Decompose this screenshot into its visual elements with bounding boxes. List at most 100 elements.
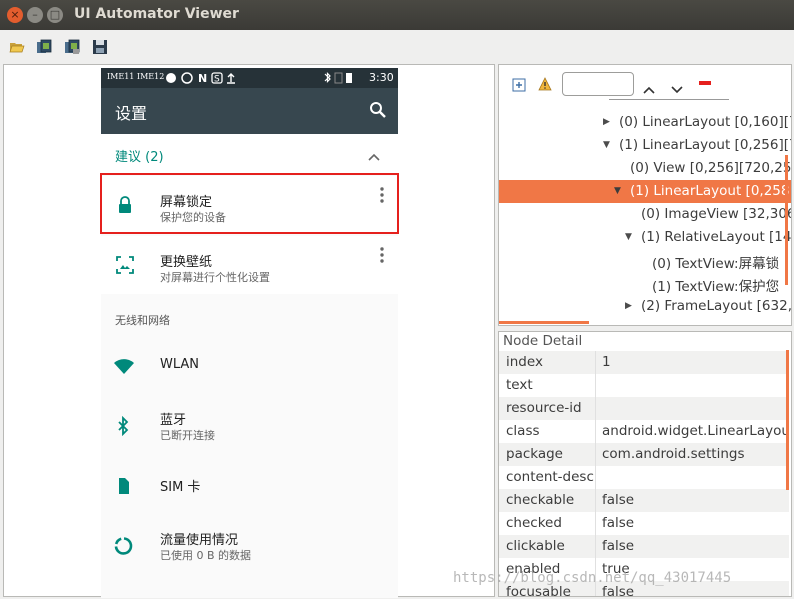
device-screenshot-compressed-icon[interactable] (64, 39, 80, 55)
expand-triangle-icon[interactable]: ▶ (625, 301, 632, 311)
app-window: × – □ UI Automator Viewer IME11 IME12 N … (0, 0, 794, 599)
collapse-triangle-icon[interactable]: ▼ (603, 140, 610, 150)
detail-row[interactable]: clickable false (499, 535, 789, 558)
device-screenshot[interactable]: IME11 IME12 N S 3:30 设置 建议 (2) 屏幕锁定 保护您的… (101, 68, 398, 598)
svg-text:S: S (214, 75, 220, 85)
vertical-scrollbar[interactable] (785, 155, 788, 285)
tree-node-label: (1) LinearLayout [0,258 (630, 183, 790, 199)
item-subtitle: 已使用 0 B 的数据 (160, 549, 252, 562)
tree-node-label: (0) LinearLayout [0,160][7 (619, 114, 792, 130)
wifi-icon (113, 357, 134, 377)
tree-row[interactable]: (0) View [0,256][720,25 (499, 157, 791, 180)
minimize-window-button[interactable]: – (27, 7, 43, 23)
tree-row[interactable]: ▶ (0) LinearLayout [0,160][7 (499, 111, 792, 134)
card-title: 更换壁纸 (160, 255, 213, 270)
settings-app-bar: 设置 (101, 88, 398, 134)
tree-row[interactable]: ▼ (1) RelativeLayout [14 (499, 226, 792, 249)
tree-row[interactable]: ▶ (2) FrameLayout [632, (499, 295, 792, 318)
close-window-button[interactable]: × (7, 7, 23, 23)
warning-icon[interactable] (538, 76, 552, 95)
collapse-triangle-icon[interactable]: ▼ (614, 186, 621, 196)
settings-item-wlan[interactable]: WLAN (101, 339, 398, 397)
node-detail-header: Node Detail (503, 333, 583, 349)
expand-triangle-icon[interactable]: ▶ (603, 117, 610, 127)
item-title: SIM 卡 (160, 480, 201, 495)
tree-row[interactable]: ▼ (1) LinearLayout [0,256][7 (499, 134, 792, 157)
detail-value: com.android.settings (602, 446, 745, 462)
tree-node-label: (1) RelativeLayout [14 (641, 229, 792, 245)
detail-value: false (602, 515, 635, 531)
detail-row[interactable]: checked false (499, 512, 789, 535)
detail-key: content-desc (506, 469, 594, 485)
item-title: 流量使用情况 (160, 533, 239, 548)
tree-row-partial (609, 95, 729, 100)
save-icon[interactable] (92, 39, 108, 55)
detail-key: index (506, 354, 543, 370)
detail-value: android.widget.LinearLayou (602, 423, 790, 439)
search-icon[interactable] (368, 100, 388, 120)
node-detail-panel: Node Detail index 1 text resource-id clas… (498, 331, 792, 597)
suggestions-title: 建议 (2) (115, 150, 164, 165)
suggestion-card-wallpaper[interactable]: 更换壁纸 对屏幕进行个性化设置 (101, 236, 398, 294)
detail-row[interactable]: resource-id (499, 397, 789, 420)
tree-row[interactable]: (0) ImageView [32,306 (499, 203, 791, 226)
settings-item-data-usage[interactable]: 流量使用情况 已使用 0 B 的数据 (101, 518, 398, 576)
main-toolbar (0, 30, 794, 64)
sim-card-icon (113, 476, 133, 496)
svg-text:N: N (198, 72, 207, 84)
chevron-up-icon[interactable] (368, 148, 380, 167)
window-title: UI Automator Viewer (74, 6, 239, 22)
item-title: WLAN (160, 357, 200, 372)
item-title: 蓝牙 (160, 413, 187, 428)
tree-row[interactable]: (1) TextView:保护您 (499, 272, 791, 295)
detail-row[interactable]: package com.android.settings (499, 443, 789, 466)
bluetooth-icon (113, 415, 133, 437)
settings-item-bluetooth[interactable]: 蓝牙 已断开连接 (101, 398, 398, 456)
settings-item-sim[interactable]: SIM 卡 (101, 458, 398, 516)
status-clock: 3:30 (369, 71, 394, 84)
more-vert-icon[interactable] (378, 246, 386, 264)
tree-row[interactable]: (0) TextView:屏幕锁 (499, 249, 791, 272)
detail-value: 1 (602, 354, 611, 370)
tree-node-label: (1) LinearLayout [0,256][7 (619, 137, 792, 153)
item-subtitle: 已断开连接 (160, 429, 215, 442)
detail-key: text (506, 377, 533, 393)
tree-row-selected[interactable]: ▼ (1) LinearLayout [0,258 (499, 180, 791, 203)
detail-key: package (506, 446, 563, 462)
collapse-triangle-icon[interactable]: ▼ (625, 232, 632, 242)
hierarchy-panel: ▶ (0) LinearLayout [0,160][7 ▼ (1) Linea… (498, 64, 792, 326)
selected-node-highlight (100, 173, 399, 234)
data-usage-icon (113, 536, 133, 556)
maximize-window-button[interactable]: □ (47, 7, 63, 23)
suggestions-header[interactable]: 建议 (2) (101, 134, 398, 174)
detail-value: false (602, 538, 635, 554)
device-screenshot-icon[interactable] (36, 39, 52, 55)
toggle-naf-icon[interactable] (699, 81, 711, 85)
tree-node-label: (0) TextView:屏幕锁 (652, 256, 780, 272)
tree-node-label: (1) TextView:保护您 (652, 279, 780, 295)
title-bar: × – □ UI Automator Viewer (0, 0, 794, 30)
detail-row[interactable]: checkable false (499, 489, 789, 512)
filter-input[interactable] (562, 72, 634, 96)
status-system-icons (323, 71, 355, 87)
status-notification-icons: N S (165, 71, 255, 87)
page-title: 设置 (115, 104, 148, 123)
detail-key: clickable (506, 538, 565, 554)
tree-node-label: (2) FrameLayout [632, (641, 298, 792, 314)
vertical-scrollbar[interactable] (786, 350, 789, 490)
android-status-bar: IME11 IME12 N S 3:30 (101, 68, 398, 88)
screenshot-panel: IME11 IME12 N S 3:30 设置 建议 (2) 屏幕锁定 保护您的… (3, 64, 495, 598)
expand-all-icon[interactable] (512, 77, 526, 96)
watermark-text: https://blog.csdn.net/qq_43017445 (453, 570, 732, 586)
detail-key: checked (506, 515, 562, 531)
status-ime-text: IME11 IME12 (107, 72, 165, 81)
detail-row[interactable]: content-desc (499, 466, 789, 489)
detail-value: false (602, 492, 635, 508)
detail-row[interactable]: class android.widget.LinearLayou (499, 420, 790, 443)
detail-row[interactable]: index 1 (499, 351, 789, 374)
detail-row[interactable]: text (499, 374, 789, 397)
open-folder-icon[interactable] (9, 39, 25, 55)
wallpaper-icon (115, 255, 135, 275)
horizontal-scrollbar[interactable] (499, 321, 589, 324)
detail-key: resource-id (506, 400, 582, 416)
